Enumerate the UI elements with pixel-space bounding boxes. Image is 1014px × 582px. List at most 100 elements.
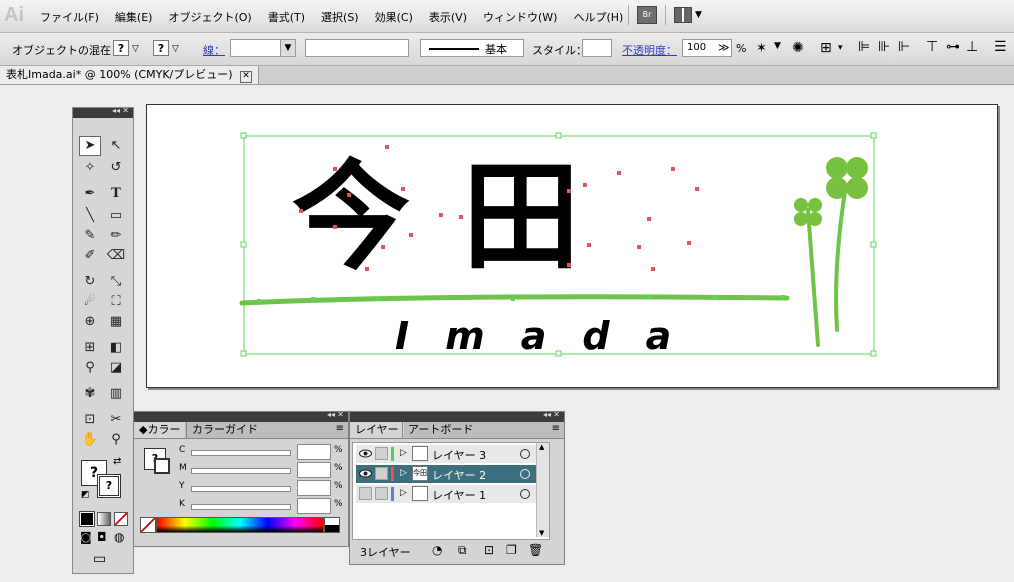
variable-width-field[interactable] xyxy=(305,39,409,57)
trash-icon[interactable]: 🗑 xyxy=(528,543,543,557)
menu-help[interactable]: ヘルプ(H) xyxy=(573,9,623,25)
scroll-down-icon[interactable]: ▼ xyxy=(539,529,544,537)
menu-edit[interactable]: 編集(E) xyxy=(115,9,153,25)
shape-builder-tool-icon[interactable]: ⊕ xyxy=(79,312,101,332)
symbol-sprayer-tool-icon[interactable]: ✾ xyxy=(79,384,101,404)
menu-window[interactable]: ウィンドウ(W) xyxy=(483,9,557,25)
rotate-tool-icon[interactable]: ↻ xyxy=(79,272,101,292)
scrollbar[interactable]: ▲ ▼ xyxy=(536,443,549,537)
scale-tool-icon[interactable]: ⤡ xyxy=(105,272,127,292)
magenta-value-field[interactable] xyxy=(297,462,331,478)
tab-color[interactable]: ◆カラー xyxy=(134,422,186,438)
menu-effect[interactable]: 効果(C) xyxy=(375,9,413,25)
brush-stroke-select[interactable]: 基本 xyxy=(420,39,524,57)
draw-normal-icon[interactable]: ◙ xyxy=(80,530,92,544)
cyan-value-field[interactable] xyxy=(297,444,331,460)
rectangle-tool-icon[interactable]: ▭ xyxy=(105,206,127,226)
black-slider[interactable] xyxy=(191,504,291,510)
hand-tool-icon[interactable]: ✋ xyxy=(79,430,101,450)
menu-object[interactable]: オブジェクト(O) xyxy=(168,9,251,25)
lock-toggle[interactable] xyxy=(375,447,388,460)
stroke-label[interactable]: 線： xyxy=(203,42,225,58)
zoom-tool-icon[interactable]: ⚲ xyxy=(105,430,127,450)
visibility-toggle[interactable] xyxy=(359,487,372,500)
layer-row[interactable]: ▷ レイヤー 3 xyxy=(356,445,548,463)
swap-colors-icon[interactable]: ⇄ xyxy=(113,456,121,467)
white-black-swatches[interactable] xyxy=(324,517,340,533)
yellow-slider[interactable] xyxy=(191,486,291,492)
artboard[interactable]: 今田 Imada xyxy=(146,104,998,388)
paintbrush-tool-icon[interactable]: ✎ xyxy=(79,226,101,246)
document-tab[interactable]: 表札Imada.ai* @ 100% (CMYK/プレビュー) ✕ xyxy=(0,66,260,84)
chevron-down-icon[interactable]: ▼ xyxy=(774,41,781,51)
free-transform-tool-icon[interactable]: ⛶ xyxy=(105,292,127,312)
scroll-up-icon[interactable]: ▲ xyxy=(539,443,544,451)
warp-tool-icon[interactable]: ☄ xyxy=(79,292,101,312)
align-right-icon[interactable]: ⊩ xyxy=(898,39,910,55)
draw-inside-icon[interactable]: ◍ xyxy=(114,530,124,544)
chevron-down-icon[interactable]: ▽ xyxy=(132,44,139,54)
magic-wand-tool-icon[interactable]: ✧ xyxy=(79,158,101,178)
default-colors-icon[interactable]: ◩ xyxy=(81,490,90,500)
layer-name[interactable]: レイヤー 2 xyxy=(432,467,486,483)
blend-tool-icon[interactable]: ◪ xyxy=(105,358,127,378)
collapse-icon[interactable]: ◂◂ xyxy=(543,410,551,419)
gradient-tool-icon[interactable]: ◧ xyxy=(105,338,127,358)
pencil-tool-icon[interactable]: ✏ xyxy=(105,226,127,246)
color-mode-button[interactable] xyxy=(79,511,95,527)
type-tool-icon[interactable]: T xyxy=(105,184,127,204)
color-stroke-proxy[interactable] xyxy=(154,458,170,474)
close-icon[interactable]: ✕ xyxy=(240,71,253,83)
slice-tool-icon[interactable]: ✂ xyxy=(105,410,127,430)
align-center-icon[interactable]: ⊪ xyxy=(878,39,890,55)
draw-behind-icon[interactable]: ◘ xyxy=(97,530,107,544)
collapse-icon[interactable]: ◂◂ xyxy=(112,106,120,115)
visibility-eye-icon[interactable] xyxy=(359,467,372,480)
gradient-mode-button[interactable] xyxy=(97,512,111,526)
artboard-tool-icon[interactable]: ⊡ xyxy=(79,410,101,430)
close-icon[interactable]: ✕ xyxy=(122,106,129,115)
distribute-icon[interactable]: ☰ xyxy=(994,39,1007,55)
recolor-artwork-icon[interactable]: ✶ xyxy=(756,41,767,56)
chevron-right-icon[interactable]: ≫ xyxy=(718,41,730,54)
lock-toggle[interactable] xyxy=(375,487,388,500)
cyan-slider[interactable] xyxy=(191,450,291,456)
panel-menu-icon[interactable]: ≡ xyxy=(552,423,560,434)
selection-tool-icon[interactable]: ➤ xyxy=(79,136,101,156)
target-circle-icon[interactable] xyxy=(520,449,530,459)
fill-mixed-button[interactable]: ? xyxy=(113,40,129,56)
menu-select[interactable]: 選択(S) xyxy=(321,9,359,25)
tab-artboards[interactable]: アートボード xyxy=(402,422,478,438)
expand-triangle-icon[interactable]: ▷ xyxy=(400,448,407,458)
color-panel-header[interactable]: ◂◂ ✕ xyxy=(134,410,348,422)
collapse-icon[interactable]: ◂◂ xyxy=(327,410,335,419)
eyedropper-tool-icon[interactable]: ⚲ xyxy=(79,358,101,378)
pen-tool-icon[interactable]: ✒ xyxy=(79,184,101,204)
target-circle-icon[interactable] xyxy=(520,489,530,499)
menu-type[interactable]: 書式(T) xyxy=(268,9,305,25)
new-sublayer-icon[interactable]: ⊡ xyxy=(484,543,494,557)
chevron-down-icon[interactable]: ▾ xyxy=(838,43,843,53)
column-graph-tool-icon[interactable]: ▥ xyxy=(105,384,127,404)
align-top-icon[interactable]: ⊤ xyxy=(926,39,938,55)
stroke-swatch[interactable]: ? xyxy=(97,474,121,498)
black-value-field[interactable] xyxy=(297,498,331,514)
graphic-style-select[interactable] xyxy=(582,39,612,57)
chevron-down-icon[interactable]: ▽ xyxy=(172,44,179,54)
layer-row[interactable]: ▷ レイヤー 1 xyxy=(356,485,548,503)
tab-color-guide[interactable]: カラーガイド xyxy=(186,422,263,438)
layer-row-selected[interactable]: ▷ 今田 レイヤー 2 xyxy=(356,465,548,483)
tools-panel-header[interactable]: ◂◂ ✕ xyxy=(73,106,133,118)
stroke-mixed-button[interactable]: ? xyxy=(153,40,169,56)
new-layer-icon[interactable]: ❐ xyxy=(506,543,517,557)
none-swatch[interactable] xyxy=(140,517,156,533)
align-left-icon[interactable]: ⊫ xyxy=(858,39,870,55)
layers-panel-header[interactable]: ◂◂ ✕ xyxy=(350,410,564,422)
color-wheel-icon[interactable]: ✺ xyxy=(792,40,804,56)
panel-menu-icon[interactable]: ≡ xyxy=(336,423,344,434)
target-circle-icon[interactable] xyxy=(520,469,530,479)
layer-name[interactable]: レイヤー 1 xyxy=(432,487,486,503)
lock-toggle[interactable] xyxy=(375,467,388,480)
artwork-canvas[interactable]: 今田 Imada xyxy=(147,105,997,387)
blob-brush-tool-icon[interactable]: ✐ xyxy=(79,246,101,266)
